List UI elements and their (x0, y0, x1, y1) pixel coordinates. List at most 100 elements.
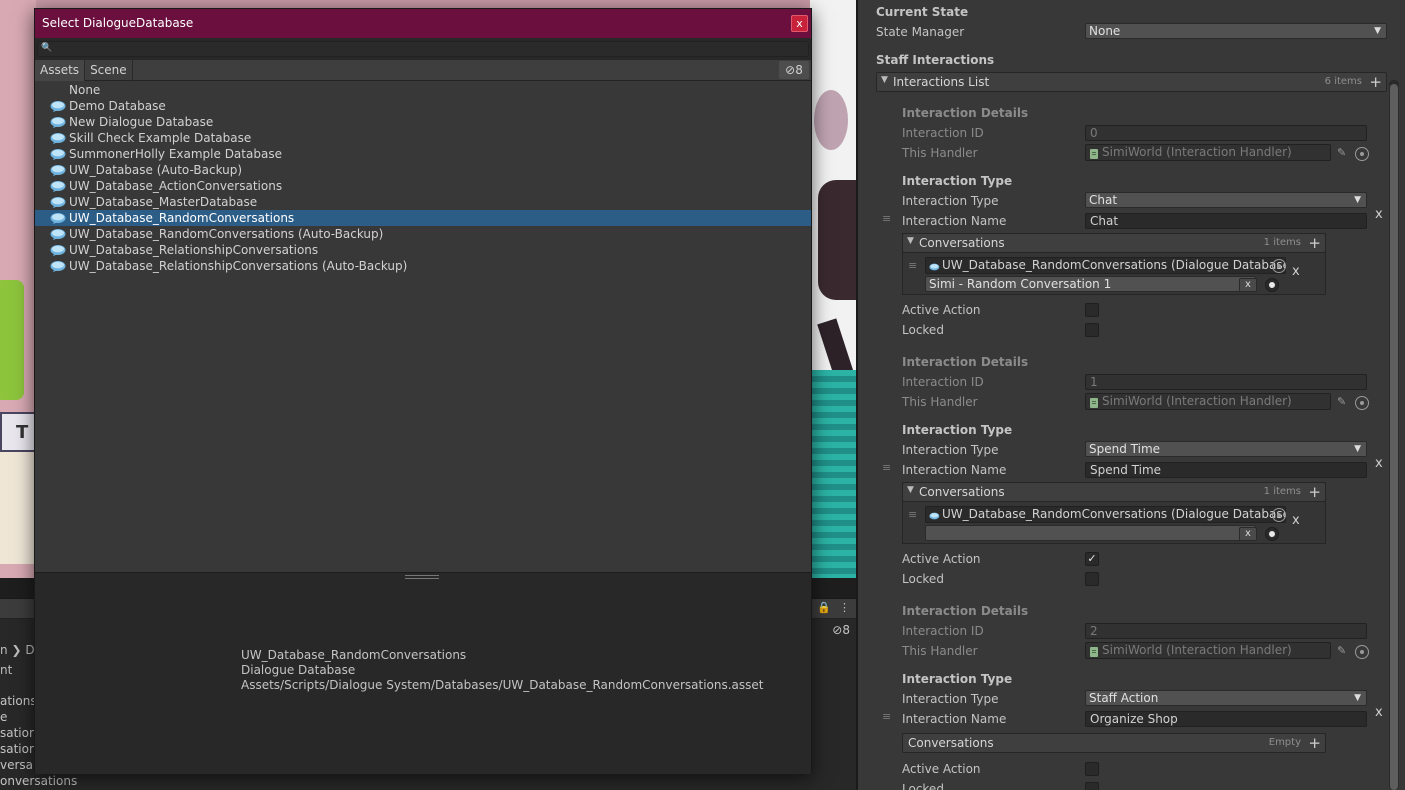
asset-list-item[interactable]: UW_Database_RandomConversations (35, 210, 811, 226)
resize-handle[interactable] (405, 575, 439, 579)
asset-list-item[interactable]: UW_Database_MasterDatabase (35, 194, 811, 210)
conversations-list-header[interactable]: ▼ Conversations 1 items + (902, 482, 1326, 502)
asset-list-item[interactable]: UW_Database_RandomConversations (Auto-Ba… (35, 226, 811, 242)
active-action-checkbox[interactable] (1085, 303, 1099, 317)
conversation-dropdown[interactable]: ▼ (925, 525, 1256, 541)
dialogue-database-icon (50, 196, 68, 208)
kebab-menu-icon[interactable]: ⋮ (839, 601, 850, 614)
tab-scene[interactable]: Scene (85, 60, 133, 81)
conversations-label: Conversations (919, 485, 1005, 499)
object-picker-icon[interactable] (1355, 396, 1369, 410)
dialogue-database-icon (50, 100, 68, 112)
picker-title-bar[interactable]: Select DialogueDatabase x (35, 9, 811, 38)
asset-list-item[interactable]: UW_Database_RelationshipConversations (35, 242, 811, 258)
inspector-panel: Current State State Manager None ▼ Staff … (856, 0, 1405, 790)
interaction-name-input[interactable]: Spend Time (1085, 462, 1367, 478)
select-conversation-radio[interactable] (1265, 527, 1279, 541)
interaction-type-label: Interaction Type (902, 443, 999, 457)
drag-handle-icon[interactable]: ≡ (882, 710, 891, 723)
interaction-id-label: Interaction ID (902, 126, 984, 140)
asset-list-item[interactable]: UW_Database_ActionConversations (35, 178, 811, 194)
dialogue-database-field[interactable]: UW_Database_RandomConversations (Dialogu… (925, 506, 1286, 523)
interaction-id-label: Interaction ID (902, 624, 984, 638)
close-button[interactable]: x (791, 15, 808, 32)
this-handler-field: SimiWorld (Interaction Handler) (1085, 144, 1331, 161)
asset-list-item[interactable]: Demo Database (35, 98, 811, 114)
search-row: 🔍 (35, 38, 811, 60)
locked-checkbox[interactable] (1085, 782, 1099, 790)
object-picker-icon[interactable] (1355, 645, 1369, 659)
asset-list-item[interactable]: None (35, 82, 811, 98)
asset-list-item[interactable]: SummonerHolly Example Database (35, 146, 811, 162)
search-input[interactable] (52, 42, 792, 56)
locked-checkbox[interactable] (1085, 323, 1099, 337)
asset-list-item[interactable]: Skill Check Example Database (35, 130, 811, 146)
asset-name: UW_Database_RandomConversations (241, 648, 467, 662)
conversation-dropdown[interactable]: Simi - Random Conversation 1▼ (925, 276, 1256, 292)
script-icon (1089, 646, 1099, 657)
game-art-left: T (0, 0, 36, 578)
preview-pane: UW_Database_RandomConversations Dialogue… (35, 572, 811, 774)
add-conversation-button[interactable]: + (1308, 234, 1321, 252)
add-item-button[interactable]: + (1369, 73, 1382, 91)
add-conversation-button[interactable]: + (1308, 483, 1321, 501)
foldout-arrow-icon[interactable]: ▼ (907, 485, 914, 495)
asset-list-item[interactable]: UW_Database (Auto-Backup) (35, 162, 811, 178)
interaction-details-header: Interaction Details (902, 604, 1029, 618)
pencil-icon[interactable]: ✎ (1337, 395, 1346, 408)
locked-label: Locked (902, 323, 944, 337)
conversations-list-header[interactable]: ▼ Conversations 1 items + (902, 233, 1326, 253)
object-picker-icon[interactable] (1355, 147, 1369, 161)
hidden-packages-toggle[interactable]: ⊘8 (779, 61, 809, 79)
interaction-type-dropdown[interactable]: Chat ▼ (1085, 192, 1367, 208)
interaction-type-dropdown[interactable]: Spend Time ▼ (1085, 441, 1367, 457)
asset-list-item[interactable]: UW_Database_RelationshipConversations (A… (35, 258, 811, 274)
interaction-type-dropdown[interactable]: Staff Action ▼ (1085, 690, 1367, 706)
object-picker-icon[interactable] (1272, 508, 1286, 522)
state-manager-dropdown[interactable]: None ▼ (1085, 23, 1387, 39)
drag-handle-icon[interactable]: ≡ (882, 461, 891, 474)
list-item[interactable]: onversations (0, 773, 77, 789)
add-conversation-button[interactable]: + (1308, 734, 1321, 752)
item-count: 1 items (1263, 486, 1301, 497)
tab-assets[interactable]: Assets (35, 60, 86, 81)
inspector-scrollbar[interactable] (1389, 80, 1399, 790)
asset-list-item-label: UW_Database_RelationshipConversations (69, 243, 319, 257)
interaction-name-input[interactable]: Chat (1085, 213, 1367, 229)
asset-list-item[interactable]: New Dialogue Database (35, 114, 811, 130)
clear-conversation-button[interactable]: x (1239, 527, 1257, 541)
interactions-list-header[interactable]: ▼ Interactions List 6 items + (876, 72, 1387, 92)
dropdown-value: Simi - Random Conversation 1 (929, 277, 1112, 291)
current-state-header: Current State (876, 5, 969, 19)
dropdown-value: Staff Action (1089, 691, 1159, 705)
pencil-icon[interactable]: ✎ (1337, 146, 1346, 159)
pencil-icon[interactable]: ✎ (1337, 644, 1346, 657)
remove-item-button[interactable]: x (1375, 456, 1383, 471)
project-visibility-toggle[interactable]: ⊘8 (832, 623, 850, 637)
remove-item-button[interactable]: x (1375, 705, 1383, 720)
drag-handle-icon[interactable]: ≡ (882, 212, 891, 225)
object-picker-icon[interactable] (1272, 259, 1286, 273)
hidden-eye-icon: ⊘ (832, 623, 843, 637)
remove-conversation-button[interactable]: x (1292, 513, 1300, 528)
drag-handle-icon[interactable]: ≡ (908, 259, 917, 272)
foldout-arrow-icon[interactable]: ▼ (881, 75, 888, 85)
active-action-checkbox[interactable]: ✓ (1085, 552, 1099, 566)
this-handler-field: SimiWorld (Interaction Handler) (1085, 393, 1331, 410)
lock-icon[interactable]: 🔒 (817, 601, 831, 614)
chevron-down-icon: ▼ (1374, 26, 1381, 36)
foldout-arrow-icon[interactable]: ▼ (907, 236, 914, 246)
clear-conversation-button[interactable]: x (1239, 278, 1257, 292)
interaction-name-input[interactable]: Organize Shop (1085, 711, 1367, 727)
locked-checkbox[interactable] (1085, 572, 1099, 586)
staff-interactions-header: Staff Interactions (876, 53, 995, 67)
conversations-list-header[interactable]: Conversations Empty + (902, 733, 1326, 753)
active-action-checkbox[interactable] (1085, 762, 1099, 776)
select-conversation-radio[interactable] (1265, 278, 1279, 292)
dialogue-database-icon (50, 116, 68, 128)
remove-item-button[interactable]: x (1375, 207, 1383, 222)
remove-conversation-button[interactable]: x (1292, 264, 1300, 279)
drag-handle-icon[interactable]: ≡ (908, 508, 917, 521)
scrollbar-thumb[interactable] (1390, 84, 1398, 790)
dialogue-database-field[interactable]: UW_Database_RandomConversations (Dialogu… (925, 257, 1286, 274)
